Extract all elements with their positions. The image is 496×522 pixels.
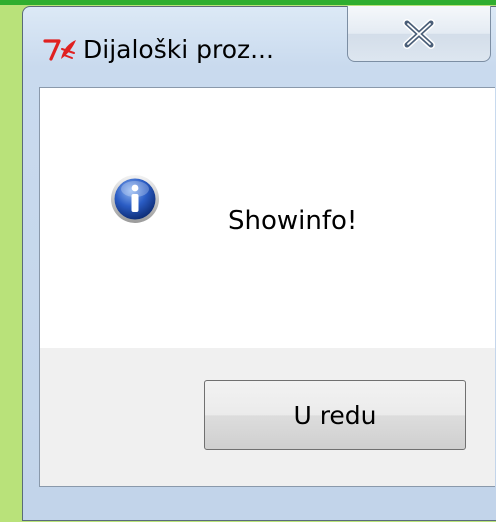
tk-feather-icon: [43, 35, 79, 65]
dialog-client-area: Showinfo! U redu: [39, 87, 495, 487]
info-icon: [110, 174, 160, 224]
desktop-top-strip: [0, 0, 496, 5]
message-text: Showinfo!: [228, 206, 358, 236]
close-button[interactable]: [347, 6, 491, 62]
ok-button[interactable]: U redu: [204, 380, 466, 450]
window-title: Dijaloški proz...: [83, 35, 274, 64]
dialog-window: Dijaloški proz... Showinfo! U redu: [22, 6, 496, 521]
close-x-icon: [402, 18, 436, 49]
message-area: Showinfo!: [40, 88, 495, 348]
window-bottom-frame: [39, 487, 495, 522]
title-bar[interactable]: Dijaloški proz...: [23, 6, 496, 85]
